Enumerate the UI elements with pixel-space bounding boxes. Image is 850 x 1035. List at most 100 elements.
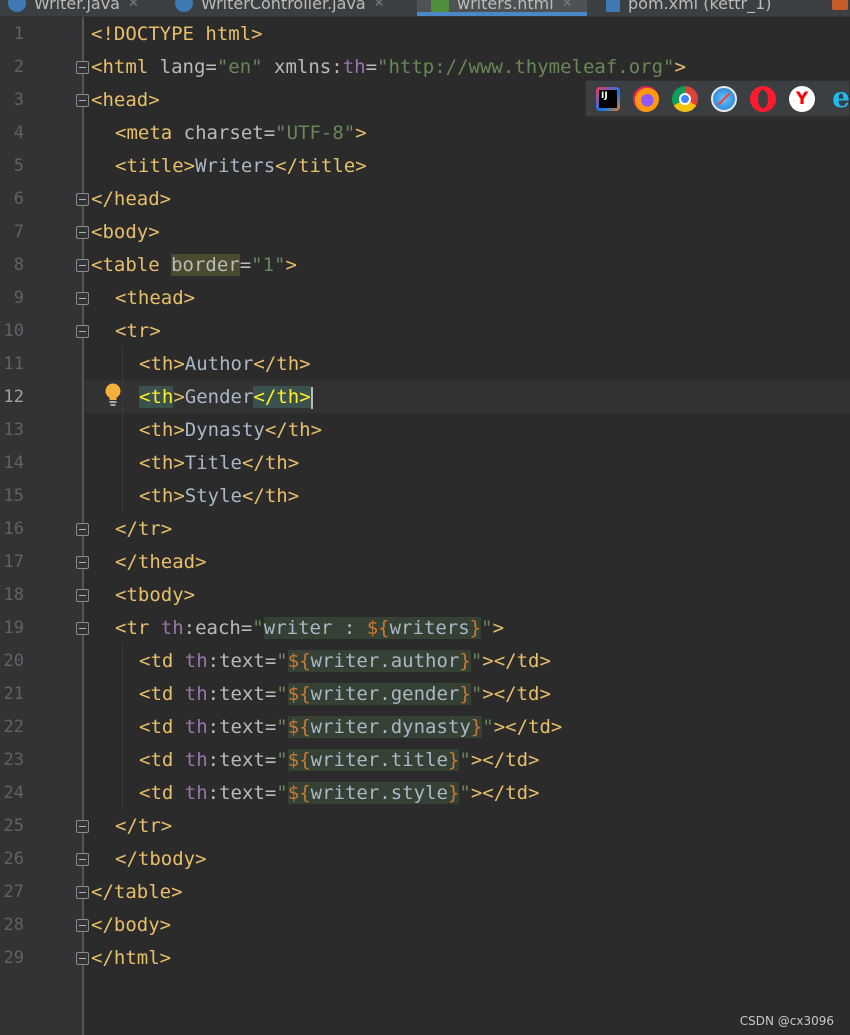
code-line: <title>Writers</title> (115, 155, 367, 177)
firefox-icon[interactable] (633, 85, 659, 112)
code-line: </head> (91, 188, 172, 210)
code-line: <th>Title</th> (139, 452, 300, 474)
line-number: 6 (13, 189, 24, 209)
line-number: 19 (3, 618, 24, 638)
line-number: 11 (3, 354, 24, 374)
fold-toggle-icon[interactable] (76, 919, 89, 932)
fold-toggle-icon[interactable] (76, 226, 89, 239)
editor-tab-bar: Writer.java ✕ WriterController.java ✕ wr… (0, 0, 850, 17)
fold-toggle-icon[interactable] (76, 292, 89, 305)
tab-writer-java[interactable]: Writer.java ✕ (8, 0, 139, 16)
indent-guide (122, 644, 123, 809)
chrome-icon[interactable] (672, 85, 698, 112)
code-line-current: <th>Gender</th> (139, 386, 313, 409)
line-number: 16 (3, 519, 24, 539)
code-line: </tr> (115, 815, 173, 837)
code-line: </tr> (115, 518, 173, 540)
code-line: <!DOCTYPE html> (91, 23, 263, 45)
line-number: 22 (3, 717, 24, 737)
code-line: <th>Style</th> (139, 485, 300, 507)
edge-icon[interactable]: e (828, 83, 850, 112)
tab-label: pom.xml (kettr_1) (628, 0, 772, 13)
fold-toggle-icon[interactable] (76, 94, 89, 107)
code-line: <meta charset="UTF-8"> (115, 122, 367, 144)
code-line: <td th:text="${writer.gender}"></td> (139, 683, 551, 705)
line-number: 20 (3, 651, 24, 671)
line-number: 15 (3, 486, 24, 506)
code-line: <td th:text="${writer.style}"></td> (139, 782, 540, 804)
fold-toggle-icon[interactable] (76, 952, 89, 965)
fold-toggle-icon[interactable] (76, 886, 89, 899)
code-line: <th>Dynasty</th> (139, 419, 323, 441)
code-line: <head> (91, 89, 160, 111)
fold-toggle-icon[interactable] (76, 853, 89, 866)
line-number: 4 (13, 123, 24, 143)
watermark: CSDN @cx3096 (739, 1014, 834, 1028)
code-line: <table border="1"> (91, 254, 297, 276)
html-file-icon (431, 0, 449, 12)
line-number: 29 (3, 948, 24, 968)
safari-icon[interactable] (711, 85, 737, 112)
line-number: 3 (13, 90, 24, 110)
line-number: 10 (3, 321, 24, 341)
line-number: 26 (3, 849, 24, 869)
yandex-icon[interactable]: Y (789, 85, 815, 112)
line-number: 5 (13, 156, 24, 176)
tab-writercontroller-java[interactable]: WriterController.java ✕ (175, 0, 385, 16)
fold-toggle-icon[interactable] (76, 556, 89, 569)
line-number: 25 (3, 816, 24, 836)
close-icon[interactable]: ✕ (128, 0, 139, 11)
fold-toggle-icon[interactable] (76, 820, 89, 833)
code-line: </table> (91, 881, 183, 903)
lightbulb-icon[interactable] (104, 382, 122, 408)
line-number: 2 (13, 57, 24, 77)
code-line: <tbody> (115, 584, 196, 606)
line-number: 9 (13, 288, 24, 308)
code-line: </body> (91, 914, 172, 936)
line-number: 14 (3, 453, 24, 473)
opera-icon[interactable] (750, 85, 776, 112)
code-line: <th>Author</th> (139, 353, 311, 375)
line-number: 17 (3, 552, 24, 572)
tab-writers-html[interactable]: writers.html ✕ (417, 0, 587, 16)
fold-toggle-icon[interactable] (76, 622, 89, 635)
tab-overflow-icon[interactable] (832, 0, 848, 10)
tab-label: WriterController.java (201, 0, 366, 13)
code-line: <td th:text="${writer.title}"></td> (139, 749, 540, 771)
maven-icon (606, 0, 620, 12)
line-number: 7 (13, 222, 24, 242)
fold-toggle-icon[interactable] (76, 193, 89, 206)
code-line: <body> (91, 221, 160, 243)
code-line: </html> (91, 947, 172, 969)
tab-label: writers.html (457, 0, 554, 13)
line-number: 24 (3, 783, 24, 803)
fold-toggle-icon[interactable] (76, 61, 89, 74)
fold-toggle-icon[interactable] (76, 325, 89, 338)
code-line: </thead> (115, 551, 207, 573)
close-icon[interactable]: ✕ (374, 0, 385, 11)
code-line: <td th:text="${writer.author}"></td> (139, 650, 551, 672)
indent-guide (122, 347, 123, 512)
line-number: 8 (13, 255, 24, 275)
line-number: 1 (13, 24, 24, 44)
code-line: <thead> (115, 287, 196, 309)
fold-toggle-icon[interactable] (76, 589, 89, 602)
close-icon[interactable]: ✕ (562, 0, 573, 11)
open-in-browser-toolbar: IJ Y e (585, 80, 850, 117)
line-number: 13 (3, 420, 24, 440)
java-class-icon (175, 0, 193, 12)
intellij-icon[interactable]: IJ (596, 86, 620, 111)
text-caret (310, 386, 313, 409)
code-line: </tbody> (115, 848, 207, 870)
fold-toggle-icon[interactable] (76, 523, 89, 536)
line-number: 23 (3, 750, 24, 770)
line-number: 27 (3, 882, 24, 902)
tab-pom-xml[interactable]: pom.xml (kettr_1) (606, 0, 772, 16)
line-number: 21 (3, 684, 24, 704)
code-line: <tr th:each="writer : ${writers}"> (115, 617, 505, 639)
fold-toggle-icon[interactable] (76, 259, 89, 272)
code-line: <td th:text="${writer.dynasty}"></td> (139, 716, 563, 738)
line-number: 18 (3, 585, 24, 605)
line-number: 28 (3, 915, 24, 935)
tab-label: Writer.java (34, 0, 120, 13)
